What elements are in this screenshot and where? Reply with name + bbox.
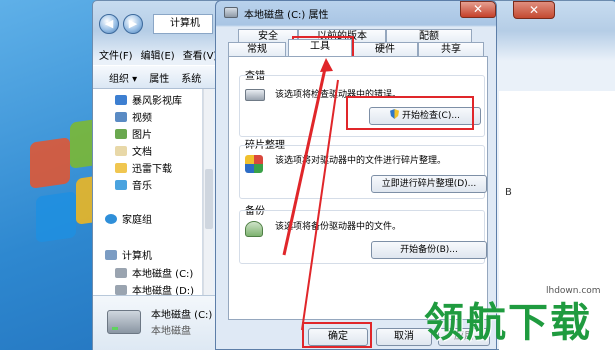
- properties-button[interactable]: 属性: [149, 70, 169, 85]
- start-backup-label: 开始备份(B)...: [400, 245, 458, 255]
- tab-tools[interactable]: 工具: [288, 39, 352, 56]
- address-bar[interactable]: 计算机: [153, 14, 213, 34]
- sidebar-item-documents[interactable]: 文档: [115, 143, 152, 158]
- sidebar-item-pictures[interactable]: 图片: [115, 126, 152, 141]
- explorer-nav: ◀ ▶: [99, 11, 143, 37]
- defrag-now-button[interactable]: 立即进行碎片整理(D)...: [371, 175, 487, 193]
- sidebar-item-videos[interactable]: 视频: [115, 109, 152, 124]
- video-library-icon: [115, 94, 127, 105]
- forward-arrow-icon[interactable]: ▶: [123, 14, 143, 34]
- folder-icon: [115, 162, 127, 173]
- backup-description: 该选项将备份驱动器中的文件。: [275, 222, 402, 232]
- homegroup-icon: [105, 213, 117, 224]
- sidebar-item-label: 音乐: [132, 181, 152, 192]
- sidebar-item-label: 本地磁盘 (C:): [132, 269, 194, 280]
- defrag-description: 该选项将对驱动器中的文件进行碎片整理。: [275, 156, 447, 166]
- explorer-close-button[interactable]: ✕: [513, 1, 555, 19]
- dialog-close-button[interactable]: ✕: [460, 1, 496, 18]
- start-backup-button[interactable]: 开始备份(B)...: [371, 241, 487, 259]
- tab-quota[interactable]: 配额: [386, 29, 472, 43]
- navigation-pane: 暴风影视库 视频 图片 文档 迅雷下载 音乐 家庭组 计算机 本地磁盘 (C:)…: [93, 89, 203, 297]
- sidebar-item-label: 暴风影视库: [132, 96, 182, 107]
- highlight-ok-button: [302, 322, 372, 348]
- backup-icon: [245, 221, 263, 237]
- tab-sharing[interactable]: 共享: [418, 42, 484, 56]
- music-icon: [115, 179, 127, 190]
- tab-hardware[interactable]: 硬件: [352, 42, 418, 56]
- details-name: 本地磁盘 (C:): [151, 310, 213, 321]
- windows-logo-blue: [36, 191, 76, 243]
- windows-logo-red: [30, 137, 70, 189]
- sidebar-item-label: 视频: [132, 113, 152, 124]
- sidebar-item-label: 迅雷下载: [132, 164, 172, 175]
- organize-button[interactable]: 组织 ▾: [109, 70, 137, 85]
- sidebar-item-homegroup[interactable]: 家庭组: [105, 211, 152, 226]
- menu-edit[interactable]: 编辑(E): [141, 47, 175, 62]
- scroll-thumb[interactable]: [205, 169, 213, 229]
- computer-icon: [105, 249, 117, 260]
- sidebar-scrollbar[interactable]: [203, 89, 213, 295]
- command-bar: 组织 ▾ 属性 系统: [93, 65, 223, 89]
- dialog-title: 本地磁盘 (C:) 属性: [244, 10, 329, 21]
- back-arrow-icon[interactable]: ◀: [99, 14, 119, 34]
- drive-icon: [115, 284, 127, 295]
- defrag-now-label: 立即进行碎片整理(D)...: [381, 179, 477, 189]
- watermark-url: lhdown.com: [546, 286, 601, 296]
- address-text: 计算机: [170, 18, 200, 29]
- drive-icon: [107, 310, 141, 334]
- tab-general[interactable]: 常规: [228, 42, 286, 56]
- details-type: 本地磁盘: [151, 326, 191, 337]
- drive-icon: [115, 267, 127, 278]
- sidebar-item-label: 文档: [132, 147, 152, 158]
- drive-icon: [224, 7, 238, 18]
- sidebar-item-drive-c[interactable]: 本地磁盘 (C:): [115, 265, 193, 280]
- content-text: B: [505, 187, 512, 198]
- sidebar-item-label: 计算机: [122, 251, 152, 262]
- sidebar-item-computer[interactable]: 计算机: [105, 247, 152, 262]
- sidebar-item-label: 家庭组: [122, 215, 152, 226]
- sidebar-item-music[interactable]: 音乐: [115, 177, 152, 192]
- details-pane: 本地磁盘 (C:) 本地磁盘: [93, 295, 223, 350]
- site-watermark: 领航下载: [424, 299, 592, 346]
- sidebar-item-baofeng[interactable]: 暴风影视库: [115, 92, 182, 107]
- menu-view[interactable]: 查看(V): [183, 47, 218, 62]
- video-icon: [115, 111, 127, 122]
- sidebar-item-thunder[interactable]: 迅雷下载: [115, 160, 172, 175]
- picture-icon: [115, 128, 127, 139]
- system-button[interactable]: 系统: [181, 70, 201, 85]
- menu-file[interactable]: 文件(F): [99, 47, 133, 62]
- sidebar-item-label: 图片: [132, 130, 152, 141]
- highlight-start-check: [346, 96, 474, 130]
- defrag-icon: [245, 155, 263, 173]
- drive-check-icon: [245, 89, 265, 101]
- menu-bar: 文件(F) 编辑(E) 查看(V): [99, 47, 217, 62]
- document-icon: [115, 145, 127, 156]
